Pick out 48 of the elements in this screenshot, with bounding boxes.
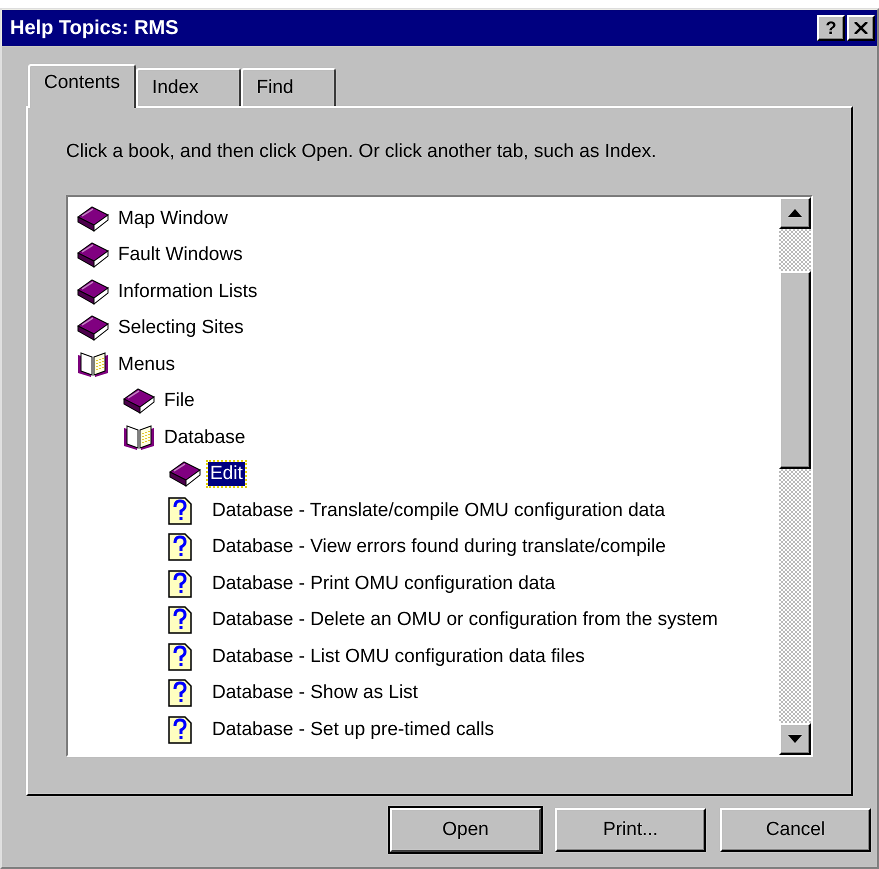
help-topic-icon [168,716,192,744]
up-arrow-icon [788,208,802,216]
help-button[interactable]: ? [817,15,845,41]
scroll-thumb[interactable] [779,270,811,468]
open-book-icon [122,424,156,452]
help-topic-icon [168,496,192,525]
tree-item[interactable]: Database - List OMU configuration data files [210,644,587,669]
tree-item[interactable]: Database - Delete an OMU or configuration from the system [210,608,720,632]
tree-item[interactable]: Database - Show as List [210,681,420,706]
tab[interactable]: Index [136,68,241,106]
dialog-button[interactable]: Cancel [720,808,871,852]
close-button[interactable] [847,15,875,41]
tree-item[interactable]: Menus [116,352,178,377]
tree-item[interactable]: Selecting Sites [116,316,246,340]
tree-item[interactable]: Map Window [116,206,230,231]
help-topic-icon [168,642,192,671]
window-title: Help Topics: RMS [10,16,179,41]
tree-item[interactable]: Edit [208,462,245,486]
scroll-up-button[interactable] [779,196,811,228]
tree-item[interactable]: Database - Print OMU configuration data [210,572,558,596]
closed-book-icon [168,460,202,488]
closed-book-icon [76,314,110,342]
dialog-button[interactable]: Print... [555,808,706,852]
contents-tree[interactable] [66,194,813,756]
scroll-down-button[interactable] [779,722,811,754]
closed-book-icon [76,278,110,306]
close-icon [854,22,868,34]
tree-item[interactable]: Fault Windows [116,243,245,268]
tree-item[interactable]: Database - Set up pre-timed calls [210,718,496,742]
closed-book-icon [122,387,156,416]
tree-item[interactable]: Database - View errors found during translate/compile [210,535,668,560]
tree-item[interactable]: Information Lists [116,280,260,304]
tab[interactable]: Contents [28,64,136,108]
tree-item[interactable]: Database - Translate/compile OMU configuration data [210,498,668,523]
closed-book-icon [76,204,110,233]
instruction-text: Click a book, and then click Open. Or click another tab, such as Index. [66,140,658,164]
help-topic-icon [168,570,192,598]
closed-book-icon [76,241,110,270]
tree-item[interactable]: Database [162,426,248,450]
open-book-icon [76,350,110,379]
tab[interactable]: Find [240,68,336,106]
scrollbar[interactable] [779,196,811,754]
help-topic-icon [168,533,192,562]
help-topic-icon [168,679,192,708]
down-arrow-icon [788,734,802,742]
help-topic-icon [168,606,192,634]
dialog-button[interactable]: Open [390,808,541,852]
tree-item[interactable]: File [162,389,197,414]
